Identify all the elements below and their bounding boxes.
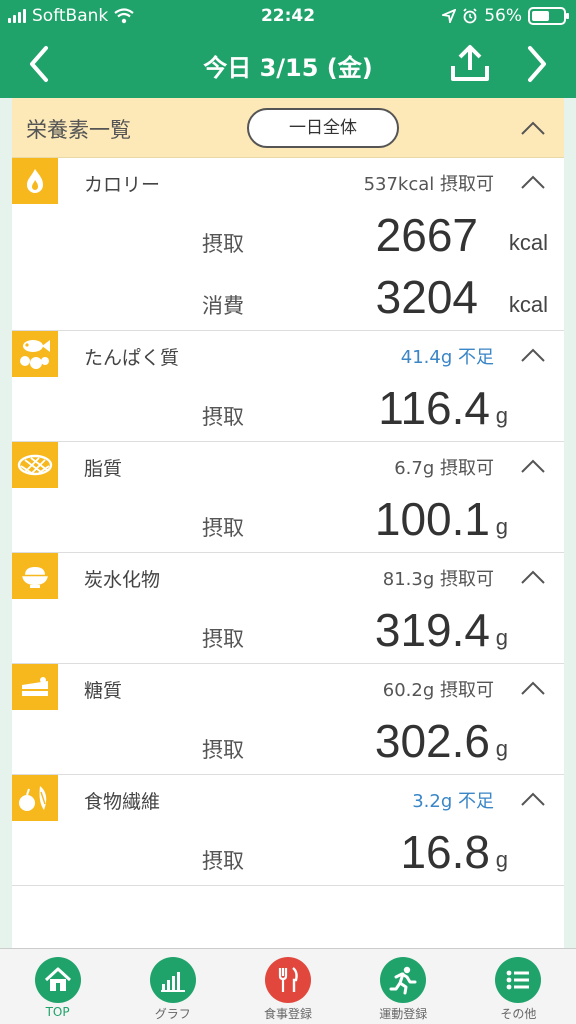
section-header[interactable]: カロリー 537kcal 摂取可 [12,158,564,206]
nutrient-list: 栄養素一覧 一日全体 カロリー 537kcal 摂取可 摂取 2667 kcal… [12,98,564,948]
intake-row: 摂取 319.4 g [12,601,564,663]
meal-icon [265,957,311,1003]
chevron-up-icon[interactable] [520,791,546,807]
nutrient-section: たんぱく質 41.4g 不足 摂取 116.4 g [12,331,564,442]
nutrient-status: 41.4g 不足 [400,347,494,368]
row-label: 消費 [202,294,244,318]
tab-label: グラフ [154,1007,191,1021]
row-value: 100.1 [374,493,490,545]
row-label: 摂取 [202,627,244,651]
row-unit: g [495,736,508,761]
row-unit: g [495,514,508,539]
day-range-selector[interactable]: 一日全体 [247,108,399,148]
tab-list[interactable]: その他 [461,949,576,1024]
row-value: 319.4 [374,604,490,656]
runner-icon [380,957,427,1003]
section-header[interactable]: 糖質 60.2g 摂取可 [12,664,564,712]
tab-label: その他 [500,1007,537,1021]
intake-row: 摂取 302.6 g [12,712,564,774]
nutrient-status: 537kcal 摂取可 [363,174,494,195]
nutrient-status: 81.3g 摂取可 [382,569,494,590]
fish-egg-icon [12,331,58,377]
nutrient-name: たんぱく質 [84,347,180,369]
nutrient-name: カロリー [84,174,161,196]
nutrient-section: 炭水化物 81.3g 摂取可 摂取 319.4 g [12,553,564,664]
row-value: 116.4 [378,382,490,434]
tab-home[interactable]: TOP [0,949,115,1024]
tab-graph[interactable]: グラフ [115,949,230,1024]
app-header: SoftBank 22:42 56% 今日 3/15 (金) [0,0,576,98]
rice-bowl-icon [12,553,58,599]
section-header[interactable]: 食物繊維 3.2g 不足 [12,775,564,823]
row-label: 摂取 [202,738,244,762]
row-label: 摂取 [202,232,244,256]
chevron-up-icon[interactable] [520,569,546,585]
status-bar: SoftBank 22:42 56% [0,0,576,32]
chevron-up-icon[interactable] [520,680,546,696]
section-header[interactable]: 脂質 6.7g 摂取可 [12,442,564,490]
cake-icon [12,664,58,710]
tab-label: 運動登録 [379,1007,428,1021]
nutrient-summary-header: 栄養素一覧 一日全体 [12,98,564,158]
intake-row: 摂取 116.4 g [12,379,564,441]
next-day-button[interactable] [516,42,556,86]
nutrient-name: 糖質 [84,680,123,702]
nutrient-status: 60.2g 摂取可 [382,680,494,701]
section-header[interactable]: たんぱく質 41.4g 不足 [12,331,564,379]
share-upload-button[interactable] [448,44,492,84]
row-unit: kcal [508,230,548,255]
nutrient-name: 脂質 [84,458,123,480]
chevron-up-icon[interactable] [520,347,546,363]
nutrient-section: 糖質 60.2g 摂取可 摂取 302.6 g [12,664,564,775]
fat-icon [12,442,58,488]
section-header[interactable]: 炭水化物 81.3g 摂取可 [12,553,564,601]
chevron-up-icon[interactable] [520,120,546,136]
row-value: 3204 [375,271,478,323]
battery-percent: 56% [484,6,522,26]
nutrient-name: 炭水化物 [84,569,161,591]
alarm-icon [463,8,477,24]
row-unit: g [495,625,508,650]
tab-meal[interactable]: 食事登録 [230,949,345,1024]
home-icon [34,957,81,1003]
chevron-up-icon[interactable] [520,174,546,190]
row-value: 16.8 [400,826,490,878]
row-label: 摂取 [202,849,244,873]
nutrient-section: 食物繊維 3.2g 不足 摂取 16.8 g [12,775,564,886]
flame-icon [12,158,58,204]
row-value: 2667 [375,209,478,261]
graph-icon [149,957,196,1003]
intake-row: 摂取 16.8 g [12,823,564,885]
row-unit: g [495,403,508,428]
row-unit: g [495,847,508,872]
location-icon [442,9,457,23]
intake-row: 摂取 100.1 g [12,490,564,552]
vegetable-icon [12,775,58,821]
summary-title: 栄養素一覧 [26,118,131,142]
nutrient-section: カロリー 537kcal 摂取可 摂取 2667 kcal 消費 3204 kc… [12,158,564,331]
nutrient-status: 3.2g 不足 [412,791,494,812]
intake-row: 消費 3204 kcal [12,268,564,330]
intake-row: 摂取 2667 kcal [12,206,564,268]
nutrient-name: 食物繊維 [84,791,161,813]
tab-runner[interactable]: 運動登録 [346,949,461,1024]
tab-label: 食事登録 [264,1007,313,1021]
row-label: 摂取 [202,516,244,540]
nutrient-status: 6.7g 摂取可 [394,458,494,479]
row-value: 302.6 [374,715,490,767]
nutrient-section: 脂質 6.7g 摂取可 摂取 100.1 g [12,442,564,553]
chevron-up-icon[interactable] [520,458,546,474]
tab-label: TOP [45,1005,70,1019]
row-unit: kcal [508,292,548,317]
battery-icon [528,7,569,25]
row-label: 摂取 [202,405,244,429]
tab-bar: TOP グラフ 食事登録 運動登録 その他 [0,948,576,1024]
list-icon [495,957,542,1003]
